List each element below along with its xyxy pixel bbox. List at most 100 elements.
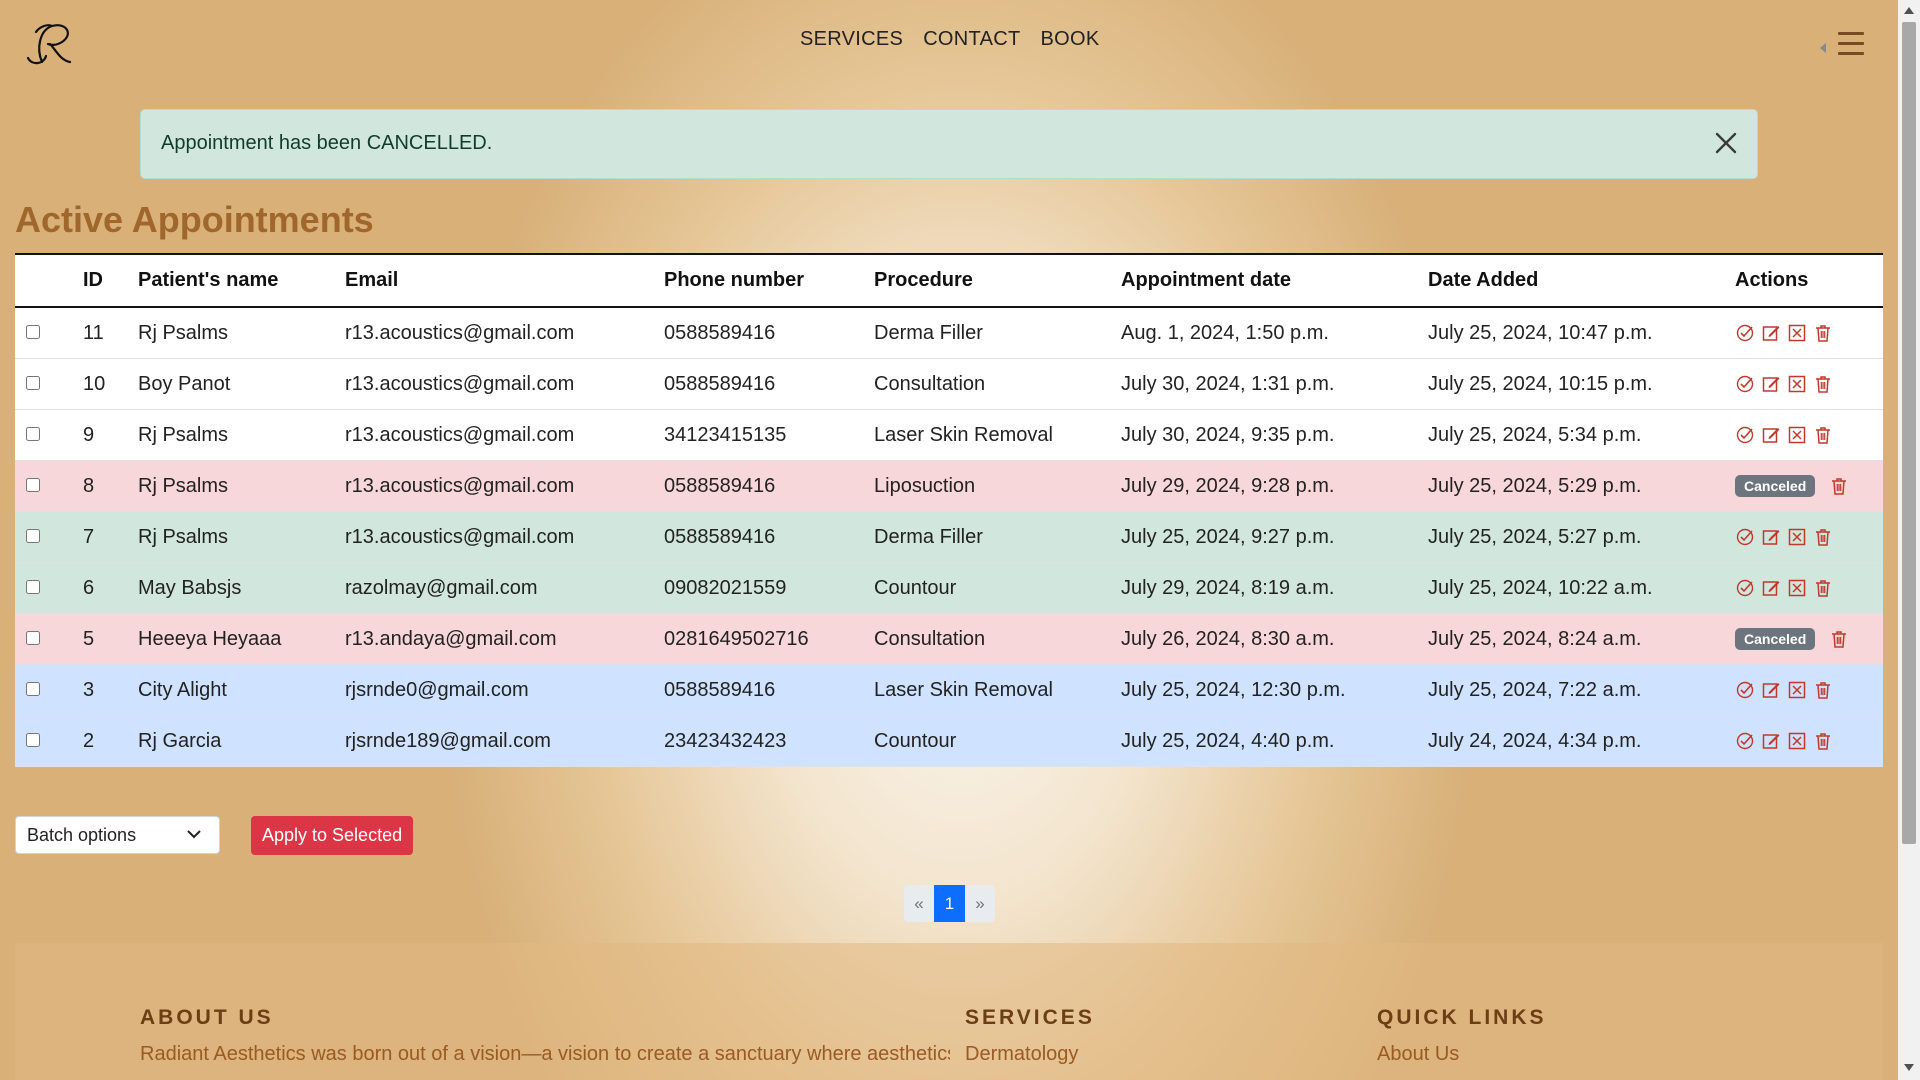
cell-patient-name: Heeeya Heyaaa [138, 613, 345, 665]
edit-icon[interactable] [1761, 323, 1781, 343]
row-select-checkbox[interactable] [26, 375, 40, 390]
cell-date-added: July 25, 2024, 7:22 a.m. [1428, 664, 1735, 716]
cell-actions [1735, 511, 1883, 563]
cell-id: 7 [83, 511, 138, 563]
status-badge: Canceled [1735, 475, 1816, 497]
edit-icon[interactable] [1761, 578, 1781, 598]
cancel-icon[interactable] [1787, 731, 1807, 751]
row-select-checkbox[interactable] [26, 324, 40, 339]
hamburger-icon [1838, 32, 1864, 62]
scroll-up-arrow-icon[interactable] [1904, 7, 1914, 14]
footer-services-heading: SERVICES [965, 1006, 1095, 1029]
cell-procedure: Countour [874, 715, 1121, 767]
pagination-next[interactable]: » [965, 885, 995, 922]
appointments-table: ID Patient's name Email Phone number Pro… [15, 253, 1883, 767]
footer-services-link[interactable]: Dermatology [965, 1043, 1078, 1066]
cell-phone: 0588589416 [664, 307, 874, 359]
confirm-icon[interactable] [1735, 374, 1755, 394]
hamburger-menu-button[interactable] [1820, 28, 1864, 58]
cell-date-added: July 25, 2024, 5:34 p.m. [1428, 409, 1735, 461]
trash-icon[interactable] [1813, 527, 1833, 547]
cancel-icon[interactable] [1787, 527, 1807, 547]
row-select-checkbox[interactable] [26, 426, 40, 441]
scroll-down-arrow-icon[interactable] [1904, 1064, 1914, 1071]
table-row: 9 Rj Psalms r13.acoustics@gmail.com 3412341… [15, 409, 1883, 461]
nav-book[interactable]: BOOK [1040, 28, 1099, 51]
row-select-cell [15, 613, 83, 665]
cell-appointment-date: July 25, 2024, 9:27 p.m. [1121, 511, 1428, 563]
row-select-checkbox[interactable] [26, 732, 40, 747]
row-select-checkbox[interactable] [26, 630, 40, 645]
row-select-checkbox[interactable] [26, 477, 40, 492]
row-actions: Canceled [1735, 628, 1883, 650]
scrollbar[interactable] [1898, 0, 1920, 1080]
close-icon[interactable] [1713, 130, 1739, 156]
confirm-icon[interactable] [1735, 323, 1755, 343]
row-select-checkbox[interactable] [26, 579, 40, 594]
cell-date-added: July 25, 2024, 5:29 p.m. [1428, 460, 1735, 512]
cell-id: 10 [83, 358, 138, 410]
confirm-icon[interactable] [1735, 527, 1755, 547]
row-select-cell [15, 562, 83, 614]
cancel-icon[interactable] [1787, 374, 1807, 394]
edit-icon[interactable] [1761, 731, 1781, 751]
cancel-icon[interactable] [1787, 578, 1807, 598]
footer-about-text: Radiant Aesthetics was born out of a vis… [140, 1043, 950, 1065]
cell-appointment-date: July 29, 2024, 8:19 a.m. [1121, 562, 1428, 614]
nav-services[interactable]: SERVICES [800, 28, 903, 51]
edit-icon[interactable] [1761, 527, 1781, 547]
cancel-icon[interactable] [1787, 323, 1807, 343]
cell-actions [1735, 715, 1883, 767]
cell-procedure: Liposuction [874, 460, 1121, 512]
edit-icon[interactable] [1761, 425, 1781, 445]
trash-icon[interactable] [1813, 425, 1833, 445]
confirm-icon[interactable] [1735, 731, 1755, 751]
confirm-icon[interactable] [1735, 680, 1755, 700]
footer-about-link[interactable]: About Us [1377, 1043, 1459, 1066]
trash-icon[interactable] [1813, 731, 1833, 751]
table-row: 2 Rj Garcia rjsrnde189@gmail.com 2342343242… [15, 715, 1883, 767]
cell-actions [1735, 409, 1883, 461]
trash-icon[interactable] [1813, 680, 1833, 700]
edit-icon[interactable] [1761, 374, 1781, 394]
scrollbar-thumb[interactable] [1902, 22, 1916, 844]
row-actions [1735, 680, 1883, 700]
batch-options-select[interactable]: Batch options [15, 816, 220, 854]
confirm-icon[interactable] [1735, 578, 1755, 598]
apply-to-selected-button[interactable]: Apply to Selected [251, 816, 414, 855]
table-header-row: ID Patient's name Email Phone number Pro… [15, 253, 1883, 308]
cell-phone: 09082021559 [664, 562, 874, 614]
batch-options-value: Batch options [27, 825, 137, 845]
cell-date-added: July 25, 2024, 5:27 p.m. [1428, 511, 1735, 563]
trash-icon[interactable] [1829, 476, 1849, 496]
row-select-checkbox[interactable] [26, 681, 40, 696]
brand-logo[interactable] [22, 18, 80, 70]
cancel-icon[interactable] [1787, 425, 1807, 445]
row-actions [1735, 374, 1883, 394]
page: SERVICES CONTACT BOOK Appointment has be… [0, 0, 1898, 1080]
header-select [15, 253, 83, 308]
pagination-prev[interactable]: « [904, 885, 934, 922]
row-select-checkbox[interactable] [26, 528, 40, 543]
trash-icon[interactable] [1813, 578, 1833, 598]
caret-left-icon [1820, 43, 1826, 53]
row-actions [1735, 731, 1883, 751]
trash-icon[interactable] [1813, 323, 1833, 343]
top-nav: SERVICES CONTACT BOOK [800, 28, 1099, 51]
table-row: 8 Rj Psalms r13.acoustics@gmail.com 0588589… [15, 460, 1883, 512]
pagination-page-1[interactable]: 1 [934, 885, 965, 922]
pagination: « 1 » [904, 885, 995, 922]
nav-contact[interactable]: CONTACT [923, 28, 1020, 51]
edit-icon[interactable] [1761, 680, 1781, 700]
cell-date-added: July 25, 2024, 10:15 p.m. [1428, 358, 1735, 410]
cell-procedure: Countour [874, 562, 1121, 614]
header-name: Patient's name [138, 253, 345, 308]
trash-icon[interactable] [1829, 629, 1849, 649]
trash-icon[interactable] [1813, 374, 1833, 394]
header-email: Email [345, 253, 664, 308]
confirm-icon[interactable] [1735, 425, 1755, 445]
row-actions: Canceled [1735, 475, 1883, 497]
cancel-icon[interactable] [1787, 680, 1807, 700]
row-actions [1735, 323, 1883, 343]
cell-id: 5 [83, 613, 138, 665]
